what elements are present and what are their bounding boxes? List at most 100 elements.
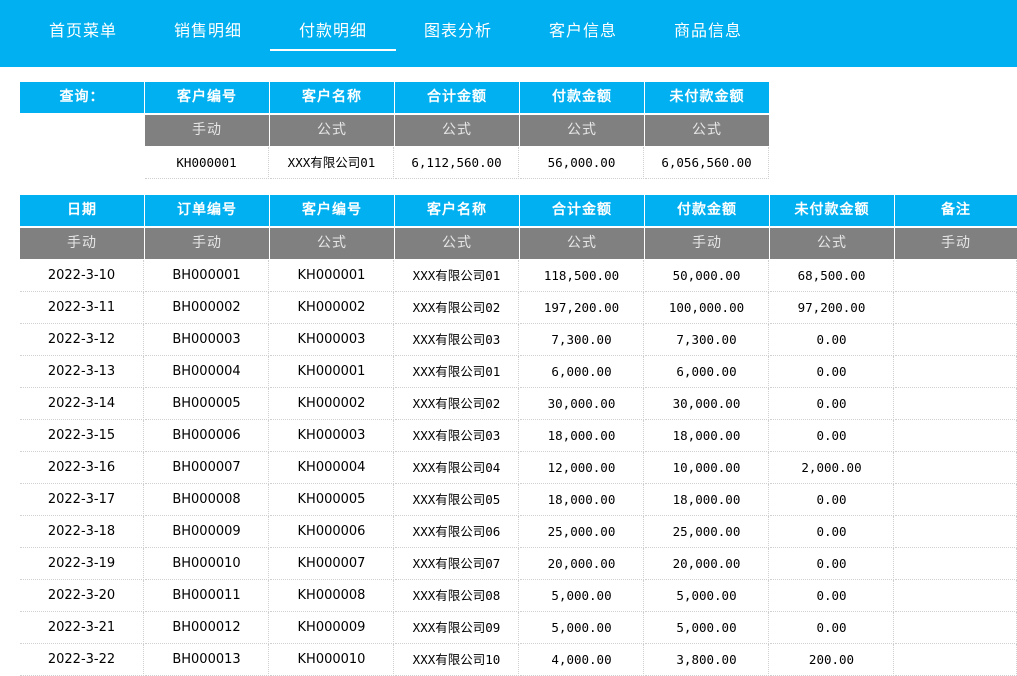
table-cell[interactable]	[895, 484, 1017, 516]
table-cell[interactable]: 2022-3-20	[20, 580, 144, 612]
table-cell[interactable]: 68,500.00	[770, 260, 894, 292]
table-cell[interactable]: BH000007	[145, 452, 269, 484]
table-cell[interactable]: 7,300.00	[520, 324, 644, 356]
table-cell[interactable]: KH000002	[270, 292, 394, 324]
table-cell[interactable]	[895, 612, 1017, 644]
table-cell[interactable]: BH000010	[145, 548, 269, 580]
table-cell[interactable]: 6,000.00	[645, 356, 769, 388]
table-cell[interactable]: 20,000.00	[645, 548, 769, 580]
table-cell[interactable]: 30,000.00	[520, 388, 644, 420]
table-cell[interactable]	[895, 420, 1017, 452]
table-cell[interactable]	[895, 260, 1017, 292]
table-cell[interactable]: XXX有限公司04	[395, 452, 519, 484]
table-cell[interactable]: BH000005	[145, 388, 269, 420]
table-cell[interactable]: BH000003	[145, 324, 269, 356]
table-cell[interactable]: 2022-3-13	[20, 356, 144, 388]
table-cell[interactable]: 0.00	[770, 516, 894, 548]
table-cell[interactable]	[895, 324, 1017, 356]
table-cell[interactable]: 18,000.00	[520, 484, 644, 516]
table-cell[interactable]	[895, 452, 1017, 484]
table-cell[interactable]: KH000001	[270, 260, 394, 292]
table-cell[interactable]: KH000005	[270, 484, 394, 516]
table-cell[interactable]: 18,000.00	[645, 420, 769, 452]
nav-payment-detail[interactable]: 付款明细	[270, 0, 396, 67]
nav-sales-detail[interactable]: 销售明细	[145, 0, 271, 67]
table-cell[interactable]: 25,000.00	[645, 516, 769, 548]
table-cell[interactable]: KH000004	[270, 452, 394, 484]
table-cell[interactable]: 0.00	[770, 420, 894, 452]
table-cell[interactable]: KH000009	[270, 612, 394, 644]
nav-home-menu[interactable]: 首页菜单	[20, 0, 146, 67]
table-cell[interactable]: 0.00	[770, 548, 894, 580]
table-cell[interactable]: 5,000.00	[645, 580, 769, 612]
table-cell[interactable]: 2022-3-19	[20, 548, 144, 580]
table-cell[interactable]: 18,000.00	[645, 484, 769, 516]
table-cell[interactable]: 0.00	[770, 356, 894, 388]
table-cell[interactable]: 3,800.00	[645, 644, 769, 676]
table-cell[interactable]: 0.00	[770, 388, 894, 420]
table-cell[interactable]: XXX有限公司03	[395, 324, 519, 356]
table-cell[interactable]: BH000008	[145, 484, 269, 516]
table-cell[interactable]: XXX有限公司07	[395, 548, 519, 580]
table-cell[interactable]	[895, 548, 1017, 580]
table-cell[interactable]	[895, 356, 1017, 388]
table-cell[interactable]: 50,000.00	[645, 260, 769, 292]
table-cell[interactable]	[895, 580, 1017, 612]
table-cell[interactable]: 18,000.00	[520, 420, 644, 452]
table-cell[interactable]: 2022-3-22	[20, 644, 144, 676]
table-cell[interactable]: 2022-3-11	[20, 292, 144, 324]
table-cell[interactable]: KH000006	[270, 516, 394, 548]
table-cell[interactable]: 6,000.00	[520, 356, 644, 388]
table-cell[interactable]: 2022-3-18	[20, 516, 144, 548]
table-cell[interactable]: 2022-3-17	[20, 484, 144, 516]
table-cell[interactable]: 12,000.00	[520, 452, 644, 484]
table-cell[interactable]: BH000004	[145, 356, 269, 388]
table-cell[interactable]: BH000012	[145, 612, 269, 644]
table-cell[interactable]: XXX有限公司03	[395, 420, 519, 452]
table-cell[interactable]: KH000007	[270, 548, 394, 580]
table-cell[interactable]: 4,000.00	[520, 644, 644, 676]
table-cell[interactable]: 2022-3-15	[20, 420, 144, 452]
query-customer-id-input[interactable]: KH000001	[145, 147, 269, 179]
nav-chart-analysis[interactable]: 图表分析	[395, 0, 521, 67]
table-cell[interactable]: BH000001	[145, 260, 269, 292]
table-cell[interactable]	[895, 644, 1017, 676]
table-cell[interactable]	[895, 292, 1017, 324]
table-cell[interactable]: 2,000.00	[770, 452, 894, 484]
table-cell[interactable]: 20,000.00	[520, 548, 644, 580]
table-cell[interactable]: BH000011	[145, 580, 269, 612]
table-cell[interactable]: XXX有限公司02	[395, 292, 519, 324]
table-cell[interactable]: KH000001	[270, 356, 394, 388]
table-cell[interactable]: 118,500.00	[520, 260, 644, 292]
table-cell[interactable]: 5,000.00	[645, 612, 769, 644]
table-cell[interactable]: 2022-3-14	[20, 388, 144, 420]
table-cell[interactable]: XXX有限公司01	[395, 356, 519, 388]
table-cell[interactable]: 0.00	[770, 484, 894, 516]
table-cell[interactable]: KH000002	[270, 388, 394, 420]
table-cell[interactable]: KH000010	[270, 644, 394, 676]
table-cell[interactable]: 100,000.00	[645, 292, 769, 324]
table-cell[interactable]: 0.00	[770, 580, 894, 612]
table-cell[interactable]: 5,000.00	[520, 612, 644, 644]
table-cell[interactable]: XXX有限公司02	[395, 388, 519, 420]
table-cell[interactable]: 2022-3-16	[20, 452, 144, 484]
table-cell[interactable]: 0.00	[770, 324, 894, 356]
table-cell[interactable]: XXX有限公司09	[395, 612, 519, 644]
table-cell[interactable]: XXX有限公司01	[395, 260, 519, 292]
table-cell[interactable]: 200.00	[770, 644, 894, 676]
table-cell[interactable]: 10,000.00	[645, 452, 769, 484]
table-cell[interactable]: BH000013	[145, 644, 269, 676]
table-cell[interactable]: 5,000.00	[520, 580, 644, 612]
table-cell[interactable]: XXX有限公司10	[395, 644, 519, 676]
table-cell[interactable]: KH000008	[270, 580, 394, 612]
table-cell[interactable]: KH000003	[270, 420, 394, 452]
table-cell[interactable]	[895, 516, 1017, 548]
table-cell[interactable]: 2022-3-21	[20, 612, 144, 644]
table-cell[interactable]: BH000002	[145, 292, 269, 324]
table-cell[interactable]: 7,300.00	[645, 324, 769, 356]
nav-customer-info[interactable]: 客户信息	[520, 0, 646, 67]
table-cell[interactable]: 25,000.00	[520, 516, 644, 548]
table-cell[interactable]: 0.00	[770, 612, 894, 644]
table-cell[interactable]: BH000006	[145, 420, 269, 452]
table-cell[interactable]: XXX有限公司08	[395, 580, 519, 612]
